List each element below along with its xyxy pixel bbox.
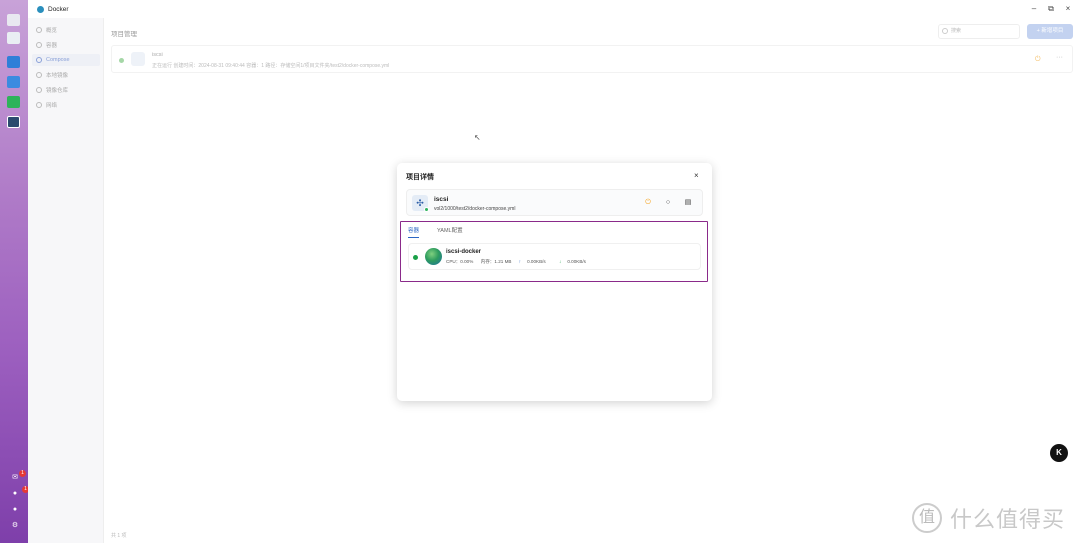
project-row[interactable]: iscsi 正在运行 创建时间：2024-08-31 09:40:44 容器：1… [111, 45, 1073, 73]
network-icon [36, 102, 42, 108]
item-count: 共 1 项 [111, 533, 127, 539]
notification-badge: 1 [19, 470, 26, 477]
restore-icon[interactable]: ⧉ [1046, 4, 1056, 14]
sidebar-item-label: 镜像仓库 [46, 88, 69, 94]
sidebar-item-label: 容器 [46, 43, 58, 49]
file-manager-icon[interactable] [7, 56, 20, 68]
project-path: vol2/1000/test2/docker-compose.yml [434, 206, 516, 212]
project-name: iscsi [434, 196, 449, 203]
add-project-button[interactable]: + 新增项目 [1027, 24, 1073, 39]
sidebar-item-label: 概览 [46, 28, 58, 34]
power-icon[interactable]: ⏻ [1035, 56, 1041, 64]
sidebar-item-local-images[interactable]: 本地镜像 [32, 69, 100, 81]
search-placeholder: 搜索 [951, 28, 962, 34]
overview-icon [36, 27, 42, 33]
calendar-icon[interactable] [7, 76, 20, 88]
registry-icon [36, 87, 42, 93]
page-title: 项目管理 [111, 31, 137, 38]
mouse-cursor-icon: ↖ [474, 133, 481, 142]
status-dot [119, 58, 124, 63]
watermark-badge: K [1050, 444, 1068, 462]
power-icon[interactable]: ⏻ [643, 198, 653, 208]
sidebar-item-label: Compose [46, 57, 70, 63]
sidebar-item-label: 网络 [46, 103, 58, 109]
close-window-icon[interactable]: × [1063, 4, 1073, 14]
search-icon [942, 28, 948, 34]
docker-icon[interactable] [7, 116, 20, 128]
more-icon[interactable]: ··· [1056, 54, 1063, 61]
os-dock: ✉ 1 ● 1 ● ⚙ [0, 0, 29, 543]
dialog-title: 项目详情 [406, 174, 434, 181]
image-icon [36, 72, 42, 78]
site-logo-icon: 值 [912, 503, 942, 533]
container-icon [36, 42, 42, 48]
file-icon[interactable]: ▤ [683, 198, 693, 208]
sidebar-item-label: 本地镜像 [46, 73, 69, 79]
bell-icon[interactable]: ● [11, 490, 19, 498]
title-bar: Docker – ⧉ × [28, 0, 1080, 18]
project-name: iscsi [152, 52, 163, 58]
user-icon[interactable]: ● [11, 506, 19, 514]
search-input[interactable]: 搜索 [938, 24, 1020, 39]
site-watermark: 值 什么值得买 [912, 502, 1065, 534]
site-name: 什么值得买 [950, 507, 1066, 532]
minimize-icon[interactable]: – [1029, 4, 1039, 14]
status-dot [424, 207, 429, 212]
sidebar-item-network[interactable]: 网络 [32, 99, 100, 111]
restart-icon[interactable]: ○ [663, 198, 673, 208]
sidebar-item-containers[interactable]: 容器 [32, 39, 100, 51]
docker-logo-icon [37, 5, 44, 13]
compose-project-icon [131, 52, 145, 66]
close-icon[interactable]: × [694, 171, 699, 180]
project-card: ✣ iscsi vol2/1000/test2/docker-compose.y… [406, 189, 703, 216]
sidebar-item-compose[interactable]: Compose [32, 54, 100, 66]
compose-icon [36, 57, 42, 63]
project-detail-dialog: 项目详情 × ✣ iscsi vol2/1000/test2/docker-co… [397, 163, 712, 401]
app-store-icon[interactable] [7, 32, 20, 44]
sidebar-item-overview[interactable]: 概览 [32, 24, 100, 36]
settings-icon[interactable]: ⚙ [11, 522, 19, 530]
monitor-icon[interactable] [7, 14, 20, 26]
sidebar: 概览 容器 Compose 本地镜像 镜像仓库 网络 [28, 18, 104, 543]
download-icon[interactable] [7, 96, 20, 108]
notification-icon[interactable]: ✉ [11, 474, 19, 482]
sidebar-item-registry[interactable]: 镜像仓库 [32, 84, 100, 96]
project-meta: 正在运行 创建时间：2024-08-31 09:40:44 容器：1 路径：存储… [152, 63, 390, 69]
highlight-box [400, 221, 708, 282]
window-title: Docker [48, 5, 69, 13]
